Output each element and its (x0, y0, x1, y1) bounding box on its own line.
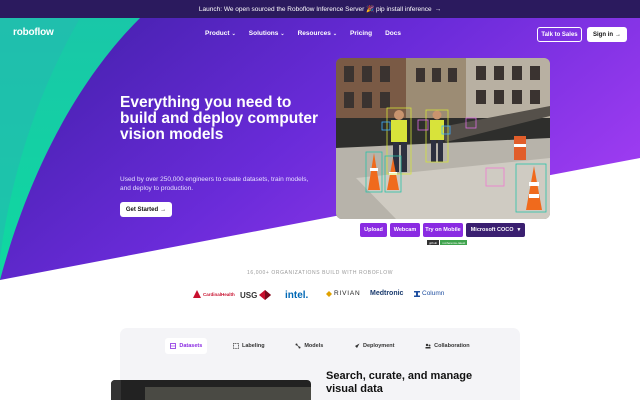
usg-mark-icon (259, 290, 272, 300)
webcam-button[interactable]: Webcam (390, 223, 420, 237)
try-on-mobile-button[interactable]: Try on Mobile (423, 223, 463, 237)
hero-headline: Everything you need to build and deploy … (120, 94, 319, 143)
menu-solutions-label: Solutions (248, 30, 279, 37)
inference-badges: github v-inference-latest (427, 240, 468, 245)
rivian-compass-icon (326, 290, 332, 297)
column-mark-icon (414, 290, 420, 297)
usg-wordmark: USG (240, 290, 258, 300)
model-select-value: Microsoft COCO (470, 227, 514, 233)
arrow-right-icon: → (434, 5, 442, 13)
menu-pricing[interactable]: Pricing (350, 30, 372, 37)
rocket-icon (354, 343, 360, 348)
menu-resources[interactable]: Resources ⌄ (298, 30, 337, 37)
construction-scene-illustration (336, 58, 550, 219)
upload-button[interactable]: Upload (360, 223, 387, 237)
version-badge[interactable]: v-inference-latest (440, 240, 468, 245)
intel-logo: intel. (285, 290, 308, 301)
top-navbar: roboflow Product ⌄ Solutions ⌄ Resources… (0, 18, 640, 50)
organizations-label: 16,000+ ORGANIZATIONS BUILD WITH ROBOFLO… (246, 270, 394, 276)
app-preview-content (145, 387, 311, 400)
app-preview-sidebar (111, 380, 121, 400)
menu-product[interactable]: Product ⌄ (205, 30, 236, 37)
tab-models-label: Models (304, 343, 324, 349)
tab-models[interactable]: Models (290, 338, 328, 354)
chevron-down-icon: ⌄ (332, 30, 338, 37)
models-icon (295, 343, 301, 349)
tab-datasets-label: Datasets (179, 343, 203, 349)
menu-resources-label: Resources (297, 30, 331, 37)
hero-subtext: Used by over 250,000 engineers to create… (120, 176, 309, 192)
medtronic-wordmark: Medtronic (370, 290, 404, 297)
feature-tabs: Datasets Labeling Models Deployment Coll… (120, 338, 520, 354)
chevron-down-icon: ⌄ (231, 30, 236, 37)
main-menu: Product ⌄ Solutions ⌄ Resources ⌄ Pricin… (205, 30, 401, 37)
menu-docs-label: Docs (385, 30, 401, 37)
sign-in-label: Sign in (593, 31, 613, 38)
tab-deployment[interactable]: Deployment (349, 338, 399, 354)
medtronic-logo: Medtronic (370, 290, 403, 297)
announcement-banner[interactable]: Launch: We open sourced the Roboflow Inf… (0, 0, 640, 18)
cardinalhealth-logo: CardinalHealth (193, 290, 235, 298)
cardinalhealth-wordmark: CardinalHealth (203, 291, 235, 297)
roboflow-logo[interactable]: roboflow (13, 27, 54, 38)
app-screenshot-preview (111, 380, 311, 400)
tab-collaboration[interactable]: Collaboration (420, 338, 474, 354)
column-wordmark: Column (422, 290, 445, 297)
column-logo: Column (414, 290, 444, 297)
sign-in-button[interactable]: Sign in → (587, 27, 627, 42)
chevron-down-icon: ⌄ (280, 30, 285, 37)
github-badge[interactable]: github (427, 240, 440, 245)
talk-to-sales-button[interactable]: Talk to Sales (537, 27, 582, 42)
menu-product-label: Product (205, 30, 230, 37)
arrow-right-icon: → (160, 206, 167, 213)
tab-datasets[interactable]: Datasets (165, 338, 208, 354)
announcement-text[interactable]: Launch: We open sourced the Roboflow Inf… (199, 5, 432, 13)
menu-pricing-label: Pricing (350, 30, 373, 37)
arrow-right-icon: → (615, 31, 621, 38)
labeling-icon (233, 343, 239, 349)
rivian-logo: RIVIAN (326, 290, 360, 297)
get-started-button[interactable]: Get Started → (120, 202, 172, 217)
menu-solutions[interactable]: Solutions ⌄ (249, 30, 285, 37)
cardinal-mark-icon (193, 290, 201, 298)
datasets-icon (170, 343, 177, 349)
detection-demo-image (336, 58, 550, 219)
tab-labeling-label: Labeling (241, 343, 265, 349)
tab-deployment-label: Deployment (362, 343, 395, 349)
menu-docs[interactable]: Docs (385, 30, 401, 37)
feature-title: Search, curate, and manage visual data (326, 370, 473, 395)
usg-logo: USG (240, 290, 272, 300)
collaboration-icon (425, 343, 431, 349)
tab-labeling[interactable]: Labeling (228, 338, 270, 354)
intel-wordmark: intel. (285, 290, 309, 301)
get-started-label: Get Started (125, 206, 159, 213)
tab-collaboration-label: Collaboration (434, 343, 470, 349)
model-select[interactable]: Microsoft COCO ▾ (466, 223, 525, 237)
rivian-wordmark: RIVIAN (334, 290, 361, 297)
customer-logos: CardinalHealth USG intel. RIVIAN Medtron… (0, 287, 640, 305)
chevron-down-icon: ▾ (517, 227, 521, 233)
